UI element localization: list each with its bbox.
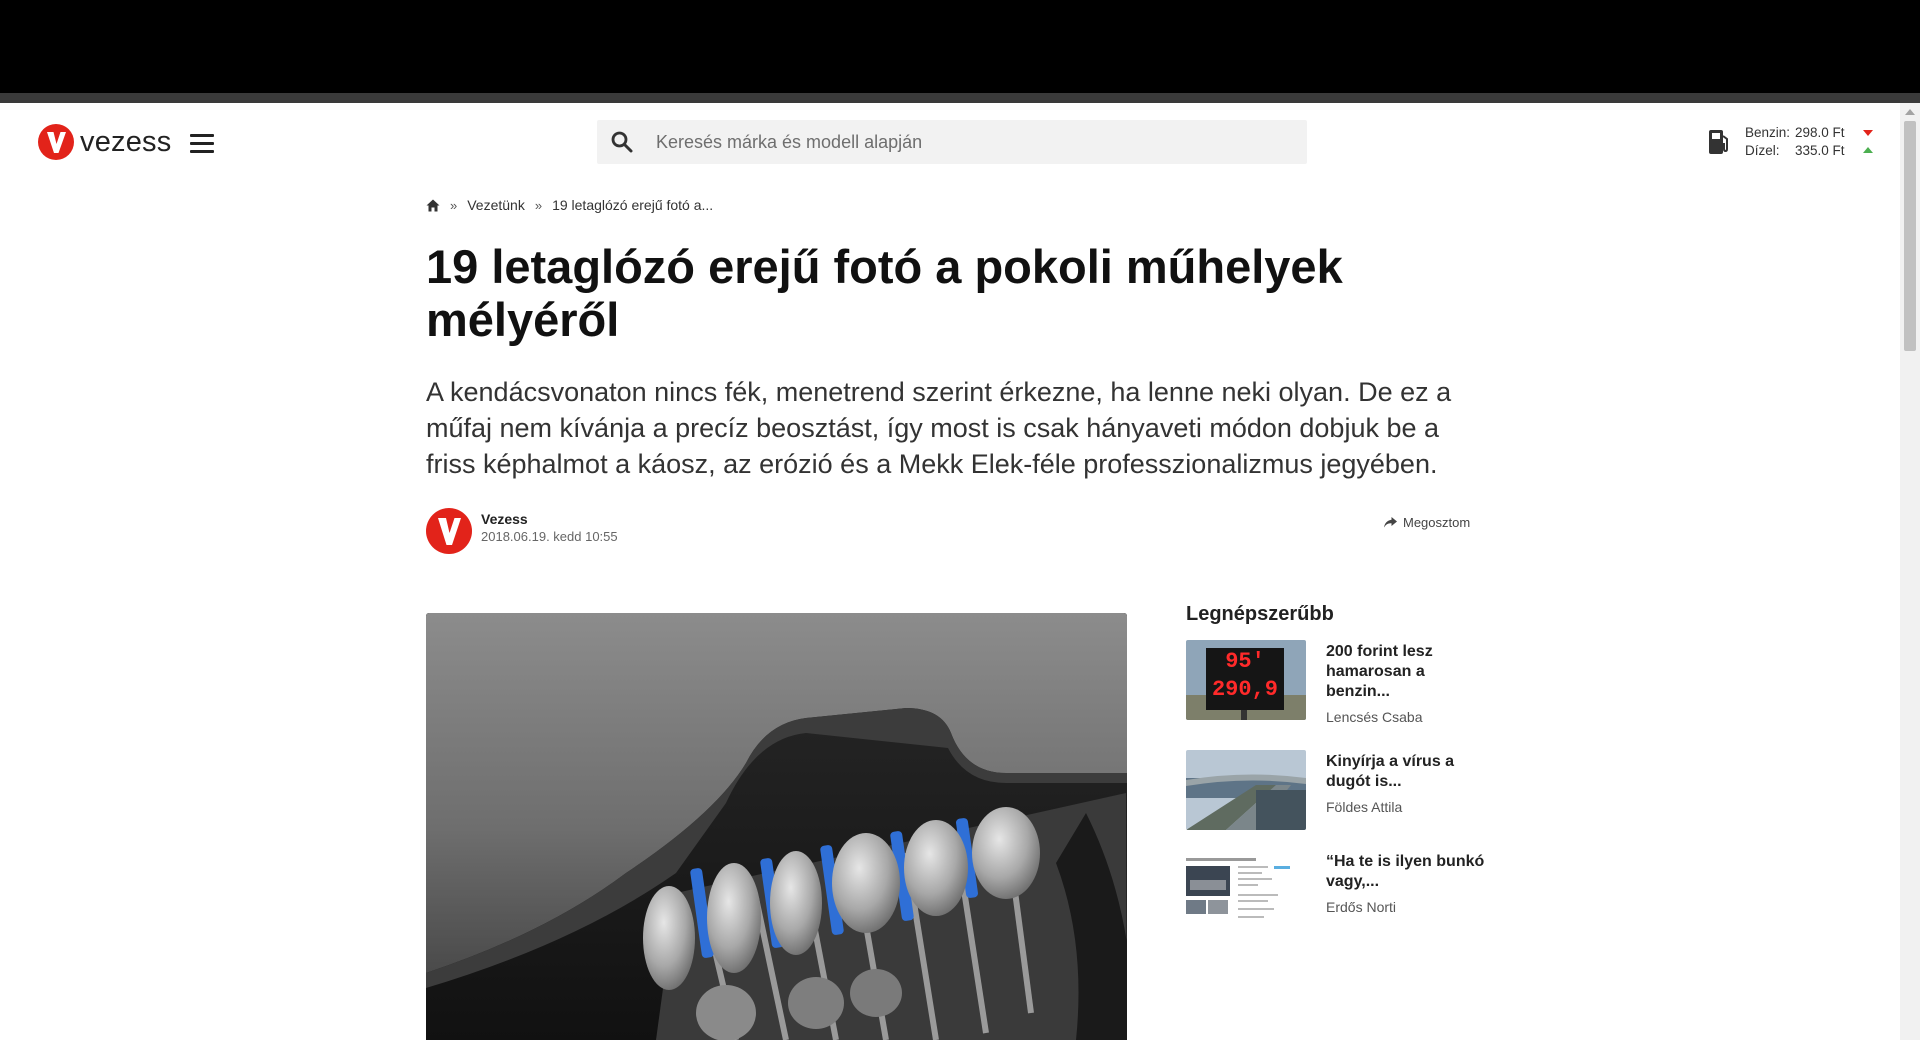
popular-thumbnail-fuel-sign[interactable]: 95' 290,9	[1186, 640, 1306, 720]
breadcrumb: » Vezetünk » 19 letaglózó erejű fotó a..…	[426, 197, 713, 213]
popular-author: Lencsés Csaba	[1326, 709, 1423, 725]
popular-item[interactable]: “Ha te is ilyen bunkó vagy,... Erdős Nor…	[1186, 850, 1486, 930]
fuel-price: 298.0 Ft	[1795, 125, 1845, 140]
price-up-icon	[1863, 147, 1873, 153]
popular-headline[interactable]: Kinyírja a vírus a dugót is...	[1326, 752, 1486, 792]
search-input[interactable]	[654, 121, 1278, 163]
popular-item[interactable]: Kinyírja a vírus a dugót is... Földes At…	[1186, 750, 1486, 830]
breadcrumb-separator: »	[534, 197, 543, 213]
article-title: 19 letaglózó erejű fotó a pokoli műhelye…	[426, 240, 1343, 346]
share-arrow-icon	[1384, 517, 1397, 528]
search-bar	[597, 120, 1307, 164]
page-scrollbar[interactable]	[1900, 103, 1920, 1040]
hamburger-menu-icon[interactable]	[190, 134, 214, 154]
fuel-label: Dízel:	[1745, 143, 1780, 158]
author-name[interactable]: Vezess	[481, 511, 528, 527]
popular-author: Erdős Norti	[1326, 899, 1397, 915]
article-lead: A kendácsvonaton nincs fék, menetrend sz…	[426, 377, 1452, 479]
price-down-icon	[1863, 130, 1873, 136]
scroll-up-arrow-icon[interactable]	[1905, 109, 1915, 115]
site-header: vezess Benzin: 298.0 Ft Dízel: 335.0 Ft	[0, 103, 1900, 183]
fuel-price: 335.0 Ft	[1795, 143, 1845, 158]
publish-date: 2018.06.19. kedd 10:55	[481, 529, 618, 544]
popular-thumbnail-bridge[interactable]	[1186, 750, 1306, 830]
scroll-thumb[interactable]	[1904, 121, 1916, 351]
popular-title: Legnépszerűbb	[1186, 603, 1334, 625]
thumbnail-sign-line-2: 290,9	[1211, 677, 1278, 702]
site-logo[interactable]: vezess	[38, 124, 171, 160]
author-avatar[interactable]	[426, 508, 472, 554]
brand-name: vezess	[80, 125, 172, 158]
popular-item[interactable]: 95' 290,9 200 forint lesz hamarosan a be…	[1186, 640, 1486, 725]
search-icon[interactable]	[610, 130, 634, 154]
browser-top-area	[0, 0, 1920, 93]
popular-thumbnail-listing[interactable]	[1186, 850, 1306, 930]
breadcrumb-separator: »	[450, 197, 458, 213]
home-icon[interactable]	[426, 199, 440, 212]
article-hero-image	[426, 613, 1127, 1040]
fuel-row-petrol: Benzin: 298.0 Ft	[1745, 124, 1885, 142]
popular-author: Földes Attila	[1326, 799, 1403, 815]
share-label: Megosztom	[1403, 515, 1471, 530]
popular-headline[interactable]: “Ha te is ilyen bunkó vagy,...	[1326, 852, 1486, 892]
fuel-label: Benzin:	[1745, 125, 1791, 140]
browser-top-edge	[0, 93, 1920, 103]
popular-headline[interactable]: 200 forint lesz hamarosan a benzin...	[1326, 642, 1486, 702]
breadcrumb-item-vezetunk[interactable]: Vezetünk	[467, 197, 525, 213]
popular-articles: Legnépszerűbb 95' 290,9 200 forint lesz …	[1186, 603, 1486, 930]
share-button[interactable]: Megosztom	[1384, 515, 1470, 530]
thumbnail-sign-line-1: 95'	[1225, 649, 1265, 674]
logo-v-icon	[38, 124, 74, 160]
breadcrumb-item-current: 19 letaglózó erejű fotó a...	[552, 197, 714, 213]
fuel-pump-icon	[1709, 130, 1728, 154]
fuel-row-diesel: Dízel: 335.0 Ft	[1745, 142, 1885, 160]
car-interior-coins-photo	[426, 613, 1127, 1040]
